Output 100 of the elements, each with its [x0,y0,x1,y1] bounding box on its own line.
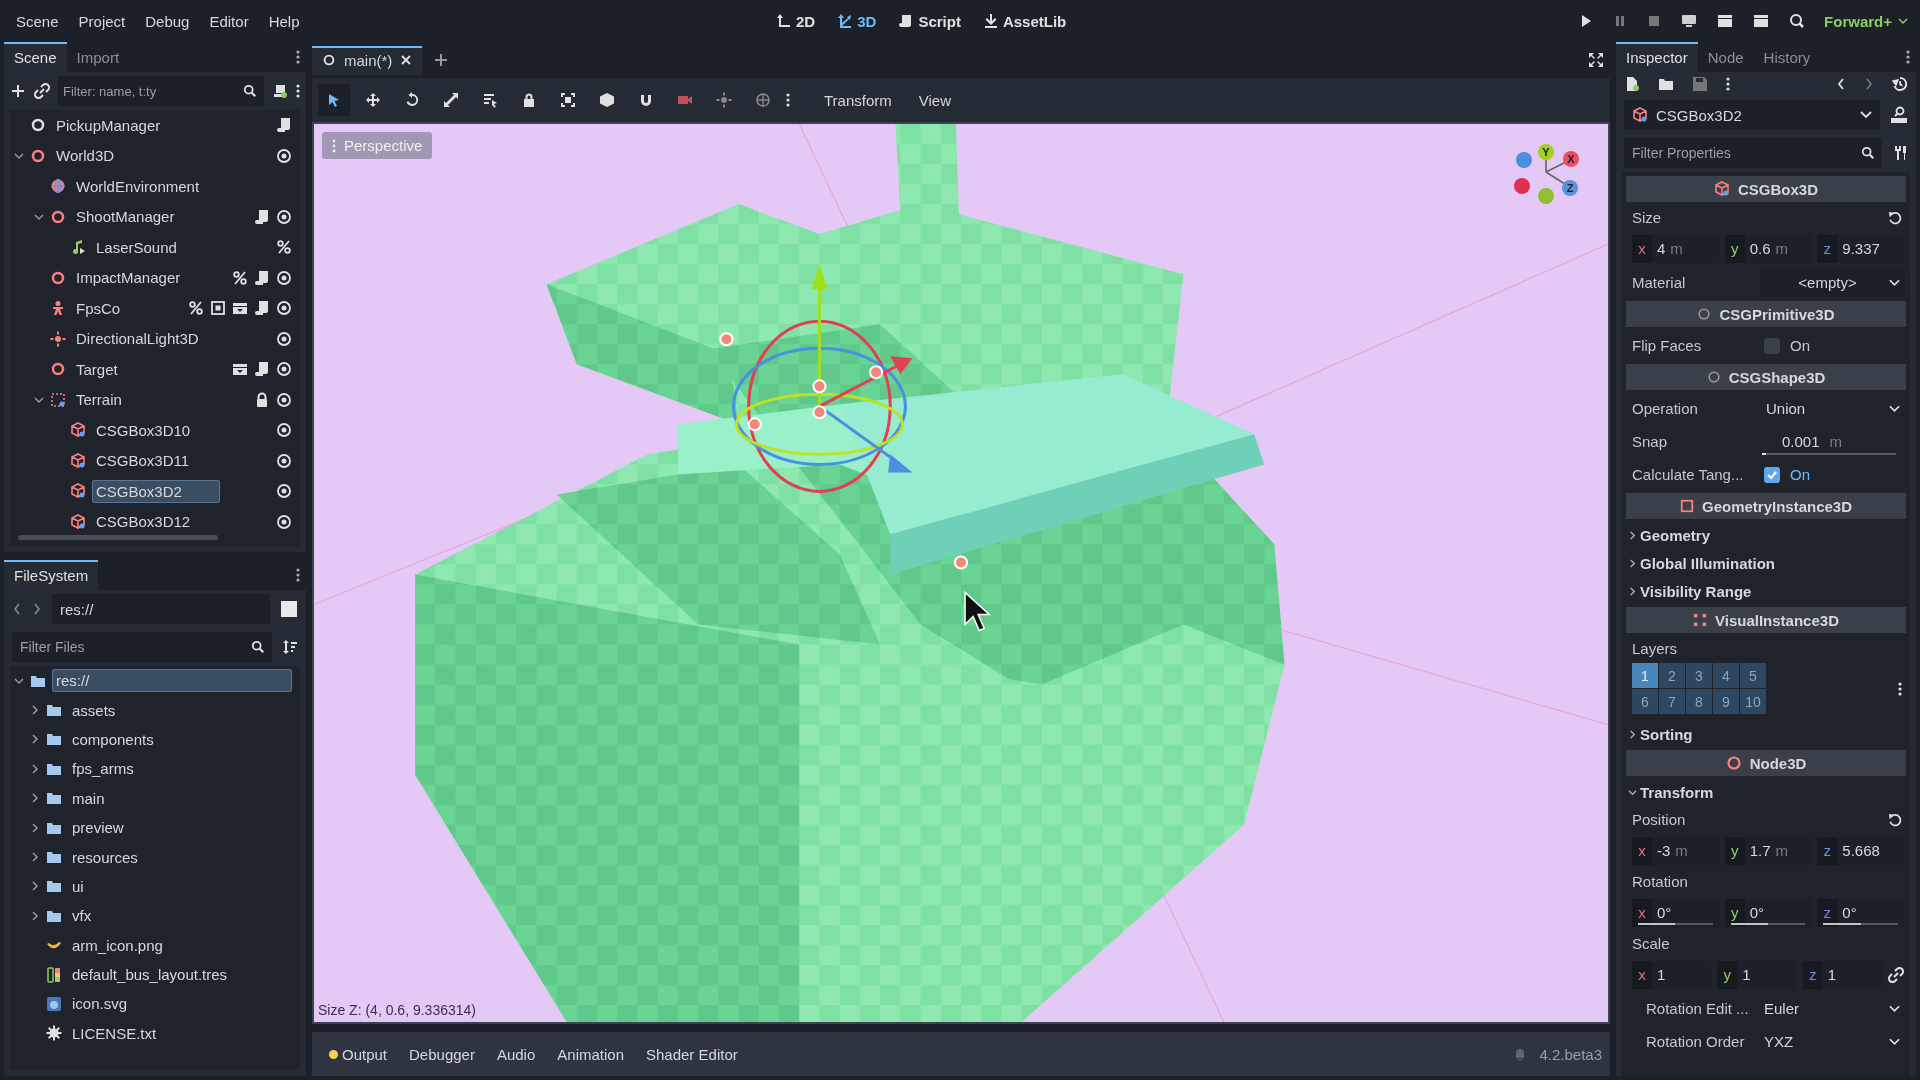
file-tree-item[interactable]: ui [68,874,88,898]
bottom-panel-tab[interactable]: Output [320,1041,397,1067]
scene-tree-item[interactable]: CSGBox3D12 [92,510,195,534]
caret-icon[interactable] [30,822,40,833]
caret-icon[interactable] [14,150,24,161]
number-field[interactable]: z 1 [1802,960,1882,989]
file-tree-item[interactable]: resources [68,845,142,869]
viewport-menu[interactable]: Transform [814,87,902,113]
scene-tree-item[interactable]: Terrain [72,388,126,412]
script-icon[interactable] [254,269,270,286]
more-icon[interactable] [1906,49,1910,65]
square-icon[interactable] [280,600,298,618]
percent-icon[interactable] [276,239,292,256]
layer-toggle[interactable]: 7 [1659,689,1685,714]
group-icon[interactable] [210,300,226,317]
caret-icon[interactable] [1628,586,1637,596]
clapperboard-icon[interactable] [1752,13,1771,29]
caret-icon[interactable] [14,675,24,686]
close-icon[interactable] [400,54,413,66]
more-icon[interactable] [1898,680,1902,697]
number-field[interactable]: 0.001 m [1760,427,1906,456]
number-field[interactable]: x 1 [1632,960,1712,989]
filter-field[interactable]: Filter: name, t:ty [58,76,264,106]
clapperboard-icon[interactable] [1716,13,1735,29]
forward-icon[interactable] [32,602,42,616]
menu-item[interactable]: Editor [199,8,259,34]
scene-tree-item[interactable]: CSGBox3D10 [92,418,195,442]
more-icon[interactable] [296,567,300,583]
property-group-title[interactable]: Transform [1640,783,1714,801]
eye-icon[interactable] [276,452,292,469]
checkbox[interactable] [1764,337,1780,354]
dock-tab[interactable]: Import [66,42,130,72]
number-field[interactable]: x 4 m [1632,234,1719,263]
dropdown[interactable]: Euler [1758,994,1906,1023]
layer-toggle[interactable]: 10 [1740,689,1766,714]
caret-icon[interactable] [1628,729,1637,739]
revert-icon[interactable] [1888,210,1902,225]
scene-tree-item[interactable]: Target [72,357,122,381]
layer-toggle[interactable]: 2 [1659,663,1685,688]
dropdown[interactable]: YXZ [1758,1027,1906,1056]
search-icon[interactable] [243,84,257,98]
number-field[interactable]: y 0° [1724,898,1812,927]
file-tree-item[interactable]: vfx [68,904,96,928]
menu-item[interactable]: Project [68,8,136,34]
bottom-panel-tab[interactable]: Animation [548,1041,633,1067]
dock-tab[interactable]: Node [1697,42,1754,72]
scene-tree-item[interactable]: CSGBox3D11 [92,449,194,473]
lock-icon[interactable] [254,391,270,408]
dock-tab[interactable]: FileSystem [4,560,99,590]
file-tree-item[interactable]: LICENSE.txt [68,1021,161,1045]
number-field[interactable]: z 5.668 [1817,836,1904,865]
workspace-button[interactable]: AssetLib [976,8,1073,34]
workspace-button[interactable]: 3D [831,8,883,34]
workspace-button[interactable]: Script [892,8,967,34]
caret-icon[interactable] [1628,558,1637,568]
scene-tree-item[interactable]: ShootManager [72,205,179,229]
eye-icon[interactable] [276,422,292,439]
viewport-menu[interactable]: View [908,87,962,113]
fullscreen-icon[interactable] [1588,52,1604,68]
add-tab-icon[interactable] [434,53,449,67]
dock-tab[interactable]: Inspector [1616,42,1698,72]
script-icon[interactable] [254,208,270,225]
script-add-icon[interactable] [272,83,288,99]
doc-search-icon[interactable] [1890,106,1908,124]
save-icon[interactable] [1692,76,1708,92]
layer-toggle[interactable]: 3 [1686,663,1712,688]
more-icon[interactable] [786,92,790,108]
eye-icon[interactable] [276,147,292,164]
axis-gizmo[interactable]: Y X Z [1510,142,1590,212]
file-tree-item[interactable]: icon.svg [68,992,132,1016]
layer-toggle[interactable]: 4 [1713,663,1739,688]
caret-icon[interactable] [34,211,44,222]
checkbox[interactable] [1764,466,1780,483]
scene-tree-item[interactable]: LaserSound [92,235,181,259]
more-icon[interactable] [296,83,300,99]
more-icon[interactable] [296,49,300,65]
file-tree-item[interactable]: default_bus_layout.tres [68,963,232,987]
slider-track[interactable] [1638,922,1713,925]
scene-tree-item[interactable]: ImpactManager [72,266,185,290]
number-field[interactable]: y 1 [1717,960,1797,989]
property-group-title[interactable]: Geometry [1640,526,1711,544]
eye-icon[interactable] [276,330,292,347]
file-tree-item[interactable]: assets [68,698,120,722]
layer-toggle[interactable]: 5 [1740,663,1766,688]
property-group-title[interactable]: Visibility Range [1640,582,1752,600]
caret-icon[interactable] [30,793,40,804]
file-tree-item[interactable]: fps_arms [68,757,138,781]
forward-icon[interactable] [1864,77,1874,91]
folder-icon[interactable] [1658,76,1674,92]
layer-toggle[interactable]: 6 [1632,689,1658,714]
number-field[interactable]: x 0° [1632,898,1719,927]
more-icon[interactable] [1726,76,1730,92]
file-tree-item[interactable]: res:// [52,669,292,693]
slider-track[interactable] [1823,922,1898,925]
eye-icon[interactable] [276,513,292,530]
revert-icon[interactable] [1888,812,1902,827]
caret-icon[interactable] [34,394,44,405]
caret-icon[interactable] [30,910,40,921]
slider-track[interactable] [1762,452,1896,455]
eye-icon[interactable] [276,208,292,225]
